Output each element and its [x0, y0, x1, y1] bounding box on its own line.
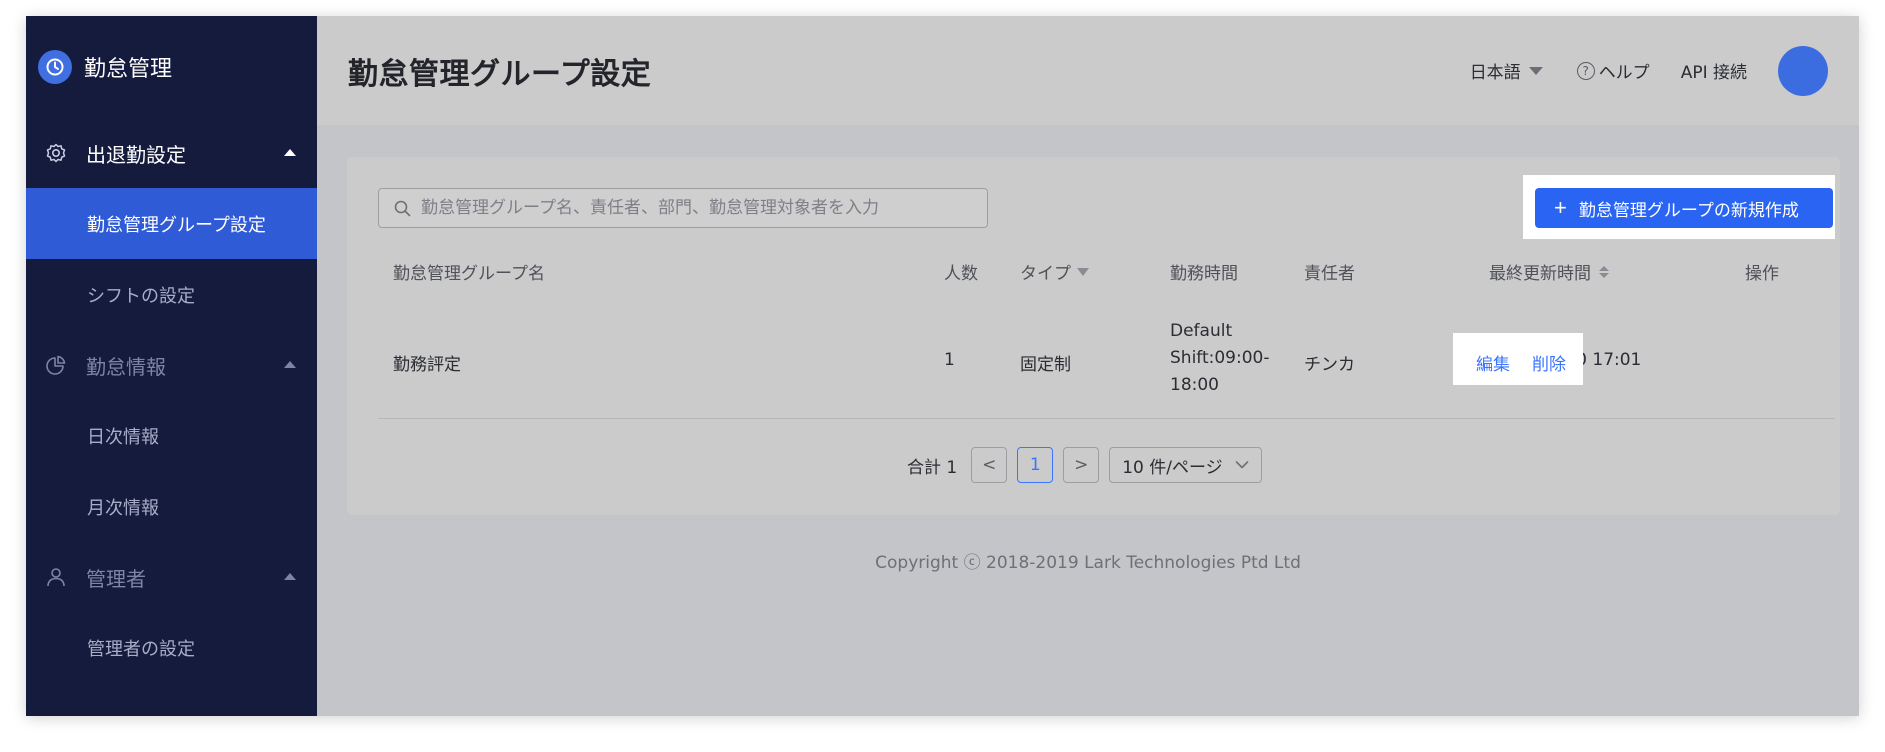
help-link[interactable]: ? ヘルプ — [1576, 58, 1650, 83]
language-label: 日本語 — [1469, 63, 1521, 83]
page-button-current[interactable]: 1 — [1017, 447, 1054, 483]
column-header-name: 勤怠管理グループ名 — [393, 259, 545, 284]
sidebar-item-daily-info[interactable]: 日次情報 — [26, 400, 317, 471]
sidebar-item-shift-settings[interactable]: シフトの設定 — [26, 259, 317, 330]
page-size-label: 10 件/ページ — [1122, 457, 1223, 478]
cell-owner: チンカ — [1304, 355, 1355, 375]
chevron-down-icon — [1235, 455, 1249, 475]
sidebar-group-label: 管理者 — [86, 566, 146, 591]
caret-down-icon — [1528, 66, 1543, 75]
cell-members: 1 — [944, 350, 955, 370]
column-header-label: 勤怠管理グループ名 — [393, 264, 545, 284]
pagination: 合計 1 < 1 > 10 件/ページ — [907, 447, 1262, 483]
column-header-hours: 勤務時間 — [1170, 259, 1238, 284]
cell-hours-line: Shift:09:00- — [1170, 348, 1270, 368]
column-header-owner: 責任者 — [1304, 259, 1355, 284]
delete-link[interactable]: 削除 — [1532, 350, 1566, 375]
sidebar-group-label: 勤怠情報 — [86, 354, 166, 379]
create-button-label: 勤怠管理グループの新規作成 — [1578, 200, 1799, 220]
column-header-updated[interactable]: 最終更新時間 — [1489, 259, 1609, 284]
caret-up-icon — [284, 149, 296, 156]
search-box[interactable] — [378, 188, 988, 228]
main-content: 勤怠管理グループ設定 日本語 ? ヘルプ API 接続 勤怠管理グループ名、責任… — [317, 16, 1859, 716]
sidebar-group-admin[interactable]: 管理者 — [26, 542, 317, 612]
cell-hours-line: Default — [1170, 321, 1233, 341]
page-size-select[interactable]: 10 件/ページ — [1109, 447, 1262, 483]
user-icon — [44, 565, 68, 589]
question-circle-icon: ? — [1576, 61, 1595, 80]
column-header-label: 操作 — [1745, 264, 1779, 284]
language-selector[interactable]: 日本語 — [1470, 58, 1543, 83]
column-header-label: 責任者 — [1304, 264, 1355, 284]
group-list-card: + 勤怠管理グループの新規作成 勤怠管理グループ名 人数 タイプ 勤務時間 責任… — [347, 157, 1840, 515]
search-input[interactable] — [421, 198, 981, 218]
page-title: 勤怠管理グループ設定 — [348, 56, 652, 92]
next-page-button[interactable]: > — [1063, 447, 1100, 483]
sidebar-item-attendance-group-settings[interactable]: 勤怠管理グループ設定 — [26, 188, 317, 259]
sidebar-group-attendance-settings[interactable]: 出退勤設定 — [26, 118, 317, 188]
app-window: 勤怠管理 出退勤設定 勤怠管理グループ設定 シフトの設定 勤怠情報 日次情報 月… — [26, 16, 1859, 716]
create-group-button[interactable]: + 勤怠管理グループの新規作成 — [1535, 188, 1833, 228]
help-label: ヘルプ — [1598, 63, 1650, 83]
search-icon — [393, 199, 411, 217]
filter-icon[interactable] — [1077, 267, 1089, 276]
page-header: 勤怠管理グループ設定 日本語 ? ヘルプ API 接続 — [317, 16, 1859, 125]
brand-title: 勤怠管理 — [84, 57, 173, 82]
column-header-label: 最終更新時間 — [1489, 264, 1591, 284]
caret-up-icon — [284, 573, 296, 580]
column-header-label: 人数 — [944, 264, 978, 284]
edit-link[interactable]: 編集 — [1476, 350, 1510, 375]
cell-group-name: 勤務評定 — [393, 355, 461, 375]
header-actions: 日本語 ? ヘルプ API 接続 — [1470, 16, 1828, 125]
clock-icon — [38, 50, 72, 84]
cell-type: 固定制 — [1020, 355, 1071, 375]
sidebar-item-admin-settings[interactable]: 管理者の設定 — [26, 612, 317, 683]
row-divider — [378, 418, 1835, 419]
sidebar-group-label: 出退勤設定 — [86, 142, 186, 167]
column-header-actions: 操作 — [1745, 259, 1779, 284]
column-header-type[interactable]: タイプ — [1020, 259, 1089, 284]
plus-icon: + — [1554, 195, 1567, 220]
prev-page-button[interactable]: < — [971, 447, 1008, 483]
pie-chart-icon — [44, 353, 68, 377]
avatar[interactable] — [1778, 45, 1828, 96]
copyright-footer: Copyright ⓒ 2018-2019 Lark Technologies … — [875, 553, 1301, 573]
column-header-label: タイプ — [1020, 264, 1071, 284]
sidebar: 勤怠管理 出退勤設定 勤怠管理グループ設定 シフトの設定 勤怠情報 日次情報 月… — [26, 16, 317, 716]
pagination-total: 合計 1 — [907, 457, 958, 478]
column-header-label: 勤務時間 — [1170, 264, 1238, 284]
sidebar-group-attendance-info[interactable]: 勤怠情報 — [26, 330, 317, 400]
cell-hours: Default Shift:09:00- 18:00 — [1170, 318, 1270, 399]
column-header-members: 人数 — [944, 259, 978, 284]
cell-hours-line: 18:00 — [1170, 375, 1219, 395]
brand: 勤怠管理 — [26, 16, 317, 118]
api-connection-link[interactable]: API 接続 — [1681, 58, 1747, 83]
sort-icon[interactable] — [1599, 265, 1609, 278]
sidebar-item-monthly-info[interactable]: 月次情報 — [26, 471, 317, 542]
gear-icon — [44, 141, 68, 165]
caret-up-icon — [284, 361, 296, 368]
